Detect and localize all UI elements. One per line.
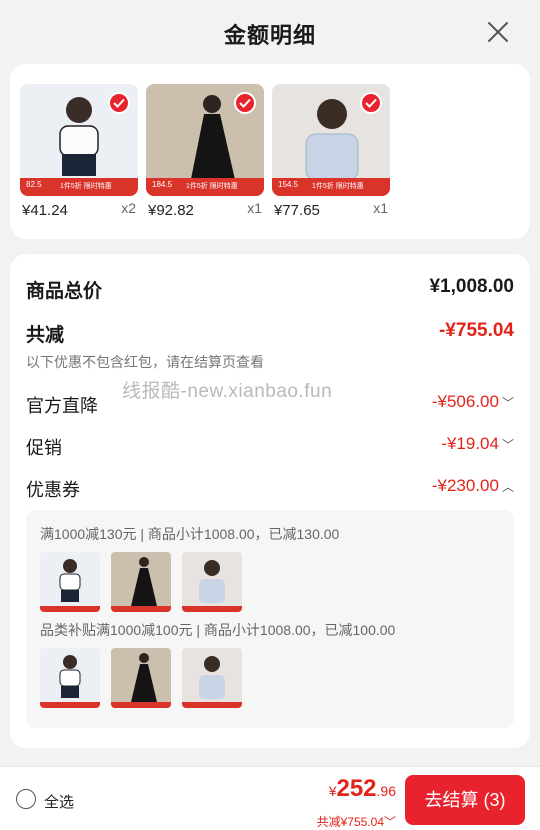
total-value: ¥1,008.00 [429, 276, 514, 297]
coupon-product-thumb [40, 552, 100, 612]
hint-text: 以下优惠不包含红包，请在结算页查看 [26, 354, 264, 370]
discount-label: 官方直降 [26, 396, 98, 416]
selected-check-icon[interactable] [234, 92, 256, 114]
close-icon[interactable] [486, 20, 510, 44]
tag-price: 184.5 [152, 180, 173, 189]
promo-text: 1件5折 限时特惠 [60, 183, 112, 190]
coupon-product-thumb [111, 648, 171, 708]
checkout-bar: 全选 ¥252.96 共减¥755.04﹀ 去结算 (3) [0, 766, 540, 830]
page-title: 金额明细 [223, 23, 316, 48]
promo-text: 1件5折 限时特惠 [186, 183, 238, 190]
saved-amount[interactable]: 共减¥755.04﹀ [317, 813, 396, 830]
price-tag: 154.5 1件5折 限时特惠 [272, 178, 390, 196]
coupon-detail-panel: 满1000减130元 | 商品小计1008.00，已减130.00 品类补贴满1… [26, 510, 514, 728]
product-item[interactable]: 154.5 1件5折 限时特惠 ¥77.65 x1 [272, 84, 390, 219]
amount-detail-card: 商品总价 ¥1,008.00 共减 -¥755.04 以下优惠不包含红包，请在结… [10, 254, 530, 748]
discount-value: -¥19.04 ﹀ [441, 434, 514, 453]
chevron-down-icon: ﹀ [501, 438, 514, 452]
discount-label: 优惠券 [26, 480, 80, 500]
total-label: 商品总价 [26, 281, 103, 302]
total-row: 商品总价 ¥1,008.00 [26, 276, 514, 303]
discount-value: -¥506.00 ﹀ [431, 392, 514, 411]
select-all-label[interactable]: 全选 [44, 791, 74, 812]
discount-row-coupon[interactable]: 优惠券 -¥230.00 ︿ [26, 476, 514, 502]
product-price: ¥77.65 [274, 202, 320, 219]
promo-text: 1件5折 限时特惠 [312, 183, 364, 190]
product-price: ¥41.24 [22, 202, 68, 219]
coupon-product-thumb [111, 552, 171, 612]
selected-check-icon[interactable] [360, 92, 382, 114]
product-image: 154.5 1件5折 限时特惠 [272, 84, 390, 196]
checkout-button[interactable]: 去结算 (3) [405, 775, 525, 825]
tag-price: 154.5 [278, 180, 299, 189]
chevron-down-icon: ﹀ [501, 396, 514, 410]
sheet-header: 金额明细 [0, 0, 540, 64]
coupon-line: 品类补贴满1000减100元 | 商品小计1008.00，已减100.00 [40, 622, 396, 638]
product-qty: x1 [373, 200, 388, 216]
coupon-product-thumb [40, 648, 100, 708]
discount-row-official[interactable]: 官方直降 -¥506.00 ﹀ [26, 392, 514, 418]
product-image: 184.5 1件5折 限时特惠 [146, 84, 264, 196]
product-qty: x1 [247, 200, 262, 216]
tag-price: 82.5 [26, 180, 42, 189]
select-all-radio[interactable] [16, 789, 36, 809]
selected-check-icon[interactable] [108, 92, 130, 114]
product-image: 82.5 1件5折 限时特惠 [20, 84, 138, 196]
coupon-line: 满1000减130元 | 商品小计1008.00，已减130.00 [40, 526, 340, 542]
chevron-up-icon: ︿ [501, 480, 514, 494]
reduce-label: 共减 [26, 325, 65, 346]
discount-value: -¥230.00 ︿ [431, 476, 514, 495]
reduce-row: 共减 -¥755.04 [26, 320, 514, 347]
price-tag: 82.5 1件5折 限时特惠 [20, 178, 138, 196]
total-int: 252 [336, 775, 377, 802]
discount-label: 促销 [26, 438, 62, 458]
discount-row-promo[interactable]: 促销 -¥19.04 ﹀ [26, 434, 514, 460]
total-dec: .96 [376, 783, 396, 799]
product-qty: x2 [121, 200, 136, 216]
product-list-card: 82.5 1件5折 限时特惠 ¥41.24 x2 184.5 1件5折 限时特惠… [10, 64, 530, 239]
product-item[interactable]: 82.5 1件5折 限时特惠 ¥41.24 x2 [20, 84, 138, 219]
total-price: ¥252.96 共减¥755.04﹀ [317, 775, 396, 829]
coupon-product-thumb [182, 552, 242, 612]
reduce-value: -¥755.04 [438, 320, 514, 341]
product-item[interactable]: 184.5 1件5折 限时特惠 ¥92.82 x1 [146, 84, 264, 219]
coupon-product-thumb [182, 648, 242, 708]
product-price: ¥92.82 [148, 202, 194, 219]
price-tag: 184.5 1件5折 限时特惠 [146, 178, 264, 196]
